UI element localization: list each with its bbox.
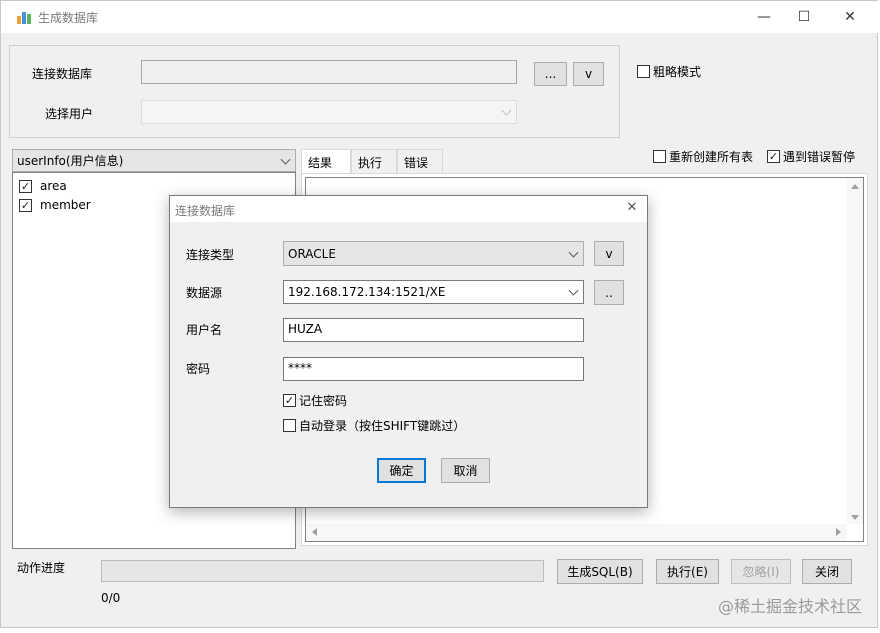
window-title: 生成数据库 [38, 11, 99, 25]
rough-mode-label: 粗略模式 [653, 65, 702, 79]
dialog-title: 连接数据库 [175, 204, 236, 218]
tab-result[interactable]: 结果 [301, 149, 351, 174]
progress-label: 动作进度 [17, 561, 66, 575]
rough-mode-option[interactable]: 粗略模式 [637, 63, 701, 80]
table-checkbox[interactable]: ✓ [19, 198, 32, 212]
username-label: 用户名 [186, 323, 223, 337]
scroll-left-icon[interactable] [312, 528, 317, 536]
conn-type-select[interactable]: ORACLE [283, 241, 584, 266]
execute-button[interactable]: 执行(E) [656, 559, 719, 584]
vertical-scrollbar[interactable] [847, 178, 863, 524]
datasource-value: 192.168.172.134:1521/XE [288, 285, 446, 299]
datasource-browse-button[interactable]: .. [594, 280, 624, 305]
db-label: 连接数据库 [32, 67, 93, 81]
table-label: member [40, 198, 91, 212]
generate-sql-button[interactable]: 生成SQL(B) [557, 559, 643, 584]
datasource-label: 数据源 [186, 286, 223, 300]
dialog-close-button[interactable]: ✕ [620, 200, 644, 218]
pause-on-error-label: 遇到错误暂停 [783, 150, 856, 164]
connect-dialog: 连接数据库 ✕ 连接类型 ORACLE v 数据源 192.168.172.13… [169, 195, 648, 508]
chevron-down-icon [568, 285, 579, 296]
chevron-down-icon [501, 105, 512, 116]
scroll-down-icon[interactable] [851, 515, 859, 520]
conn-type-label: 连接类型 [186, 248, 235, 262]
watermark: @稀土掘金技术社区 [717, 597, 862, 616]
table-checkbox[interactable]: ✓ [19, 179, 32, 193]
close-button[interactable]: 关闭 [802, 559, 852, 584]
cancel-button[interactable]: 取消 [441, 458, 490, 483]
password-label: 密码 [186, 362, 211, 376]
ignore-button[interactable]: 忽略(I) [731, 559, 791, 584]
maximize-button[interactable]: ☐ [781, 1, 827, 33]
chevron-down-icon [280, 154, 291, 165]
recreate-all-option[interactable]: 重新创建所有表 [653, 148, 753, 165]
close-window-button[interactable]: ✕ [827, 1, 873, 33]
progress-bar [101, 560, 544, 582]
auto-login-option[interactable]: 自动登录（按住SHIFT键跳过） [283, 417, 465, 434]
db-dropdown-button[interactable]: v [573, 62, 604, 86]
auto-login-checkbox[interactable] [283, 419, 296, 432]
dialog-title-bar: 连接数据库 ✕ [170, 196, 647, 222]
list-item[interactable]: ✓ area [19, 179, 67, 193]
remember-password-label: 记住密码 [299, 394, 348, 408]
user-label: 选择用户 [45, 107, 94, 121]
app-icon [17, 12, 31, 24]
connection-group [9, 45, 620, 138]
table-label: area [40, 179, 67, 193]
tab-error[interactable]: 错误 [397, 149, 443, 173]
pause-on-error-checkbox[interactable]: ✓ [767, 150, 780, 163]
list-item[interactable]: ✓ member [19, 198, 91, 212]
recreate-all-label: 重新创建所有表 [669, 150, 754, 164]
db-field[interactable] [141, 60, 517, 84]
progress-count: 0/0 [101, 591, 121, 605]
schema-select[interactable]: userInfo(用户信息) [12, 149, 296, 172]
tab-execute[interactable]: 执行 [351, 149, 397, 173]
scroll-right-icon[interactable] [836, 528, 841, 536]
password-input[interactable]: **** [283, 357, 584, 381]
recreate-all-checkbox[interactable] [653, 150, 666, 163]
datasource-select[interactable]: 192.168.172.134:1521/XE [283, 280, 584, 304]
conn-type-value: ORACLE [288, 246, 336, 261]
remember-password-option[interactable]: ✓ 记住密码 [283, 392, 347, 409]
chevron-down-icon [568, 247, 579, 258]
ok-button[interactable]: 确定 [377, 458, 426, 483]
scroll-up-icon[interactable] [851, 184, 859, 189]
browse-db-button[interactable]: ... [534, 62, 567, 86]
conn-type-v-button[interactable]: v [594, 241, 624, 266]
auto-login-label: 自动登录（按住SHIFT键跳过） [299, 419, 466, 433]
remember-password-checkbox[interactable]: ✓ [283, 394, 296, 407]
rough-mode-checkbox[interactable] [637, 65, 650, 78]
schema-select-value: userInfo(用户信息) [17, 154, 124, 168]
title-bar: 生成数据库 — ☐ ✕ [1, 1, 879, 33]
username-input[interactable]: HUZA [283, 318, 584, 342]
horizontal-scrollbar[interactable] [306, 524, 847, 541]
pause-on-error-option[interactable]: ✓ 遇到错误暂停 [767, 148, 855, 165]
user-select[interactable] [141, 100, 517, 124]
